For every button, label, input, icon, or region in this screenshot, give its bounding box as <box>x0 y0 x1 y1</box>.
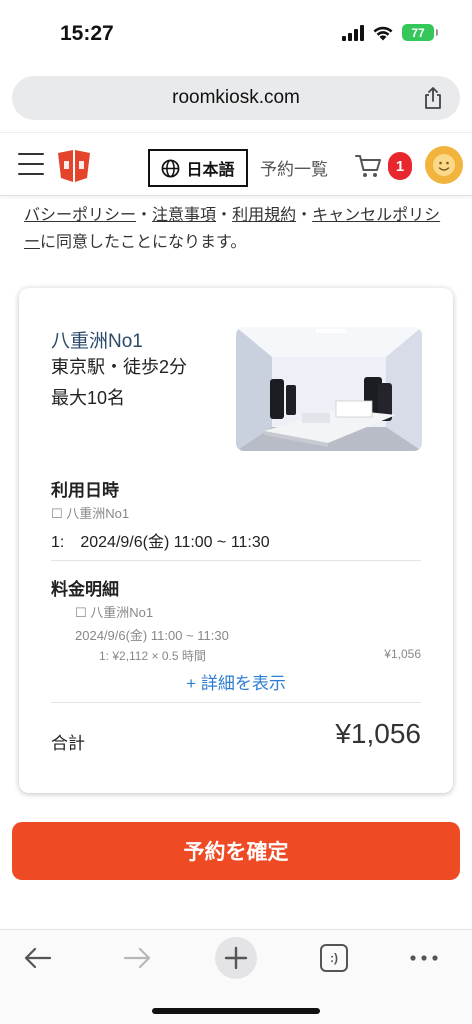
booking-card: 八重洲No1 東京駅・徒歩2分 最大10名 利用日時 ☐ 八重洲No1 1: 2… <box>19 288 453 793</box>
battery-level: 77 <box>411 25 425 40</box>
confirm-booking-button[interactable]: 予約を確定 <box>12 822 460 880</box>
back-button[interactable] <box>14 936 62 980</box>
bookings-link[interactable]: 予約一覧 <box>260 155 328 180</box>
room-photo <box>236 327 422 451</box>
cart-icon[interactable] <box>355 153 383 179</box>
tabs-glyph: :) <box>330 951 338 965</box>
arrow-left-icon <box>24 947 52 969</box>
arrow-right-icon <box>123 947 151 969</box>
room-access: 東京駅・徒歩2分 <box>51 357 188 377</box>
fee-room: ☐ 八重洲No1 <box>75 605 154 620</box>
fee-section-title: 料金明細 <box>51 580 119 599</box>
divider <box>51 560 421 561</box>
plus-icon <box>215 937 257 979</box>
site-logo[interactable] <box>56 149 92 183</box>
status-bar: 15:27 77 <box>0 0 472 66</box>
status-time: 15:27 <box>60 22 114 45</box>
share-icon[interactable] <box>422 86 444 110</box>
home-indicator <box>152 1008 320 1014</box>
total-value: ¥1,056 <box>335 718 421 749</box>
policy-agreement: バシーポリシー・注意事項・利用規約・キャンセルポリシーに同意したことになります。 <box>24 207 441 251</box>
menu-icon[interactable] <box>18 153 44 175</box>
status-icons: 77 <box>342 24 438 41</box>
fee-datetime: 2024/9/6(金) 11:00 ~ 11:30 <box>75 628 229 643</box>
show-details-link[interactable]: + 詳細を表示 <box>19 669 453 694</box>
url-text: roomkiosk.com <box>172 87 300 108</box>
fee-calculation: 1: ¥2,112 × 0.5 時間 <box>99 649 206 663</box>
more-dots-icon <box>410 955 438 961</box>
signal-icon <box>342 24 364 41</box>
fee-line-amount: ¥1,056 <box>384 647 421 661</box>
tabs-button[interactable]: :) <box>310 936 358 980</box>
language-label: 日本語 <box>186 162 235 179</box>
policy-suffix: に同意したことになります。 <box>40 234 247 251</box>
total-label: 合計 <box>51 734 85 753</box>
globe-icon <box>162 159 180 177</box>
user-face-icon <box>433 154 455 176</box>
new-tab-button[interactable] <box>212 936 260 980</box>
divider <box>51 702 421 703</box>
battery-icon: 77 <box>402 24 438 41</box>
notes-link[interactable]: 注意事項 <box>152 207 216 224</box>
terms-link[interactable]: 利用規約 <box>232 207 296 224</box>
wifi-icon <box>373 26 393 40</box>
language-button[interactable]: 日本語 <box>148 149 248 187</box>
usage-section-title: 利用日時 <box>51 481 119 500</box>
privacy-policy-link[interactable]: バシーポリシー <box>24 207 136 224</box>
forward-button[interactable] <box>113 936 161 980</box>
room-name[interactable]: 八重洲No1 <box>51 326 143 353</box>
usage-datetime: 1: 2024/9/6(金) 11:00 ~ 11:30 <box>51 534 270 551</box>
avatar[interactable] <box>425 146 463 184</box>
cart-badge[interactable]: 1 <box>388 152 412 180</box>
room-capacity: 最大10名 <box>51 388 126 408</box>
usage-room: ☐ 八重洲No1 <box>51 506 130 521</box>
address-bar[interactable]: roomkiosk.com <box>12 76 460 120</box>
more-button[interactable] <box>400 936 448 980</box>
